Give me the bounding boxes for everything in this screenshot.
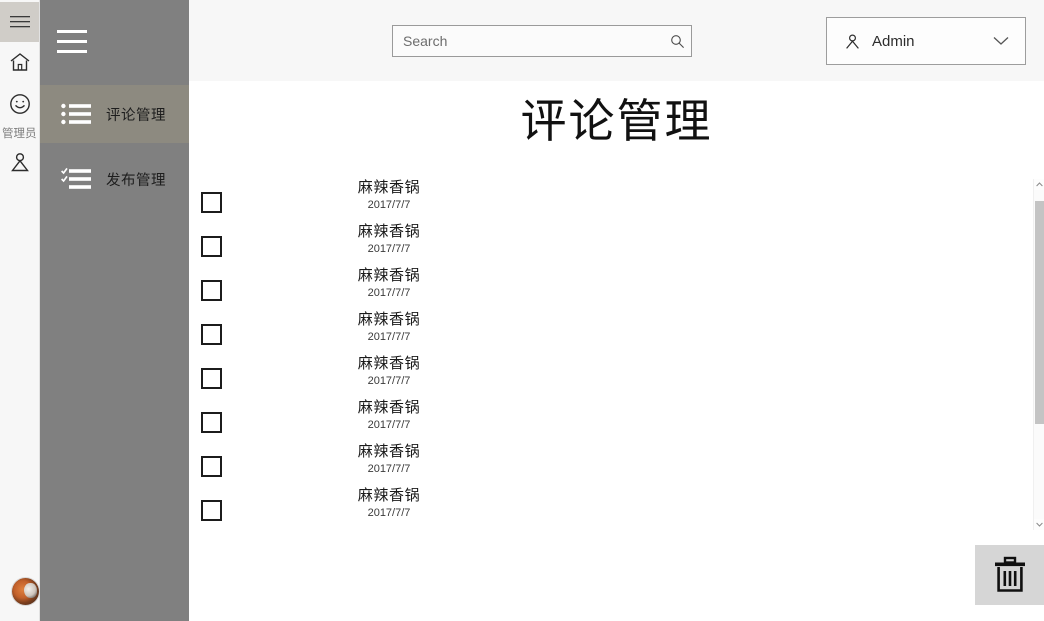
- page-title: 评论管理: [520, 95, 713, 147]
- delete-action-panel: [975, 545, 1044, 605]
- icon-rail: 管理员: [0, 0, 40, 621]
- hamburger-icon-bar: [57, 39, 87, 43]
- scrollbar-track[interactable]: [1034, 190, 1044, 519]
- list-item-text: 麻辣香锅 2017/7/7: [299, 223, 479, 257]
- rail-hamburger-button[interactable]: [0, 2, 39, 42]
- scroll-up-button[interactable]: [1034, 179, 1044, 190]
- list-item-title: 麻辣香锅: [357, 223, 421, 240]
- user-menu-button[interactable]: Admin: [826, 17, 1026, 65]
- row-checkbox[interactable]: [201, 324, 222, 345]
- list-item-title: 麻辣香锅: [357, 179, 421, 196]
- list-item-title: 麻辣香锅: [357, 443, 421, 460]
- list-item-text: 麻辣香锅 2017/7/7: [299, 399, 479, 433]
- search-input[interactable]: [393, 32, 663, 50]
- row-checkbox[interactable]: [201, 280, 222, 301]
- list-item-title: 麻辣香锅: [357, 267, 421, 284]
- list-item-date: 2017/7/7: [367, 199, 411, 211]
- list-item[interactable]: 麻辣香锅 2017/7/7: [189, 179, 1044, 223]
- home-icon: [10, 53, 29, 71]
- scroll-down-button[interactable]: [1034, 519, 1044, 530]
- row-checkbox[interactable]: [201, 456, 222, 477]
- chevron-down-icon: [1036, 522, 1043, 527]
- chevron-down-icon: [993, 36, 1009, 46]
- vertical-scrollbar[interactable]: [1033, 179, 1044, 530]
- list-item-title: 麻辣香锅: [357, 311, 421, 328]
- main-content: 评论管理 麻辣香锅 2017/7/7 麻辣香锅 2017/7/7 麻辣香锅 2017/7/…: [189, 81, 1044, 621]
- user-name-label: Admin: [872, 32, 915, 50]
- list-item-text: 麻辣香锅 2017/7/7: [299, 179, 479, 213]
- list-item[interactable]: 麻辣香锅 2017/7/7: [189, 487, 1044, 530]
- chevron-up-icon: [1036, 182, 1043, 187]
- list-item-date: 2017/7/7: [367, 419, 411, 431]
- list-item-title: 麻辣香锅: [357, 355, 421, 372]
- list-item-date: 2017/7/7: [367, 243, 411, 255]
- list-item[interactable]: 麻辣香锅 2017/7/7: [189, 267, 1044, 311]
- row-checkbox[interactable]: [201, 236, 222, 257]
- list-item[interactable]: 麻辣香锅 2017/7/7: [189, 311, 1044, 355]
- hamburger-icon: [9, 16, 30, 28]
- list-item-text: 麻辣香锅 2017/7/7: [299, 311, 479, 345]
- search-box[interactable]: [392, 25, 692, 57]
- list-item-date: 2017/7/7: [367, 375, 411, 387]
- list-item-title: 麻辣香锅: [357, 399, 421, 416]
- comment-list: 麻辣香锅 2017/7/7 麻辣香锅 2017/7/7 麻辣香锅 2017/7/7 麻辣香锅…: [189, 179, 1044, 530]
- checklist-icon: [60, 167, 94, 191]
- rail-item-home[interactable]: [0, 42, 39, 82]
- rail-item-smiley[interactable]: [0, 84, 39, 124]
- rail-role-label: 管理员: [2, 128, 37, 140]
- scrollbar-thumb[interactable]: [1035, 201, 1044, 424]
- row-checkbox[interactable]: [201, 500, 222, 521]
- list-item-date: 2017/7/7: [367, 507, 411, 519]
- app-header: Admin: [189, 0, 1044, 81]
- list-item-text: 麻辣香锅 2017/7/7: [299, 355, 479, 389]
- person-icon: [10, 153, 29, 172]
- list-item[interactable]: 麻辣香锅 2017/7/7: [189, 443, 1044, 487]
- smiley-icon: [9, 94, 30, 114]
- list-item-title: 麻辣香锅: [357, 487, 421, 504]
- list-item-text: 麻辣香锅 2017/7/7: [299, 443, 479, 477]
- list-item-date: 2017/7/7: [367, 331, 411, 343]
- search-icon[interactable]: [663, 34, 691, 49]
- list-item[interactable]: 麻辣香锅 2017/7/7: [189, 223, 1044, 267]
- row-checkbox[interactable]: [201, 192, 222, 213]
- list-item[interactable]: 麻辣香锅 2017/7/7: [189, 399, 1044, 443]
- delete-button[interactable]: [975, 545, 1044, 605]
- bulleted-list-icon: [60, 102, 94, 126]
- row-checkbox[interactable]: [201, 368, 222, 389]
- hamburger-icon-bar: [57, 29, 87, 33]
- nav-toggle-button[interactable]: [48, 14, 96, 68]
- nav-flyout-panel: 评论管理 发布管理: [39, 0, 189, 621]
- avatar[interactable]: [12, 578, 39, 605]
- list-item-date: 2017/7/7: [367, 463, 411, 475]
- list-item[interactable]: 麻辣香锅 2017/7/7: [189, 355, 1044, 399]
- person-icon: [844, 33, 861, 50]
- hamburger-icon-bar: [57, 49, 87, 53]
- sidebar-item-label: 发布管理: [106, 172, 166, 189]
- sidebar-item-label: 评论管理: [106, 107, 166, 124]
- sidebar-item-publish-management[interactable]: 发布管理: [39, 150, 189, 208]
- row-checkbox[interactable]: [201, 412, 222, 433]
- comment-list-scroll-area[interactable]: 麻辣香锅 2017/7/7 麻辣香锅 2017/7/7 麻辣香锅 2017/7/7 麻辣香锅…: [189, 179, 1044, 530]
- sidebar-item-comment-management[interactable]: 评论管理: [39, 85, 189, 143]
- list-item-date: 2017/7/7: [367, 287, 411, 299]
- list-item-text: 麻辣香锅 2017/7/7: [299, 267, 479, 301]
- list-item-text: 麻辣香锅 2017/7/7: [299, 487, 479, 521]
- rail-item-person[interactable]: [0, 142, 39, 182]
- trash-icon: [994, 556, 1025, 592]
